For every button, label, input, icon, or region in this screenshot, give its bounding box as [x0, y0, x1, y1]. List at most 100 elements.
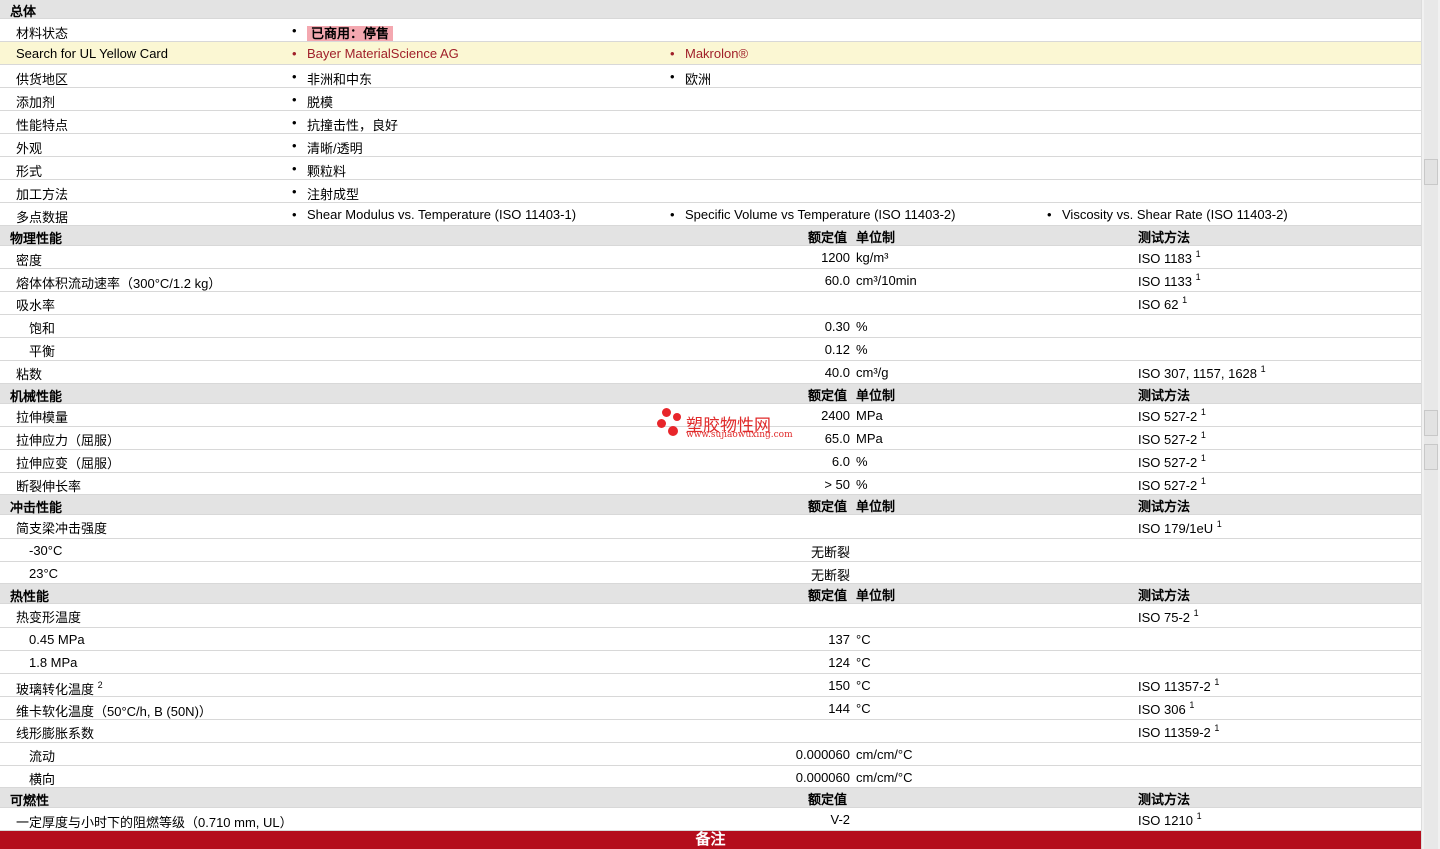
- value: 40.0: [824, 365, 850, 380]
- row-multipoint: 多点数据 Shear Modulus vs. Temperature (ISO …: [0, 203, 1421, 226]
- test-method[interactable]: ISO 1183 1: [1138, 250, 1201, 267]
- header-test: 测试方法: [1138, 499, 1191, 514]
- unit: °C: [856, 678, 871, 693]
- unit: %: [856, 454, 868, 469]
- value: > 50: [824, 477, 850, 492]
- row-label: 一定厚度与小时下的阻燃等级（0.710 mm, UL）: [16, 815, 293, 830]
- row-equilibrium: 平衡 0.12 %: [0, 338, 1421, 361]
- datasheet: 总体 材料状态 已商用：停售 Search for UL Yellow Card…: [0, 0, 1421, 849]
- header-test: 测试方法: [1138, 230, 1191, 245]
- row-label: 密度: [16, 253, 43, 268]
- region-value: 欧洲: [670, 69, 711, 88]
- unit: %: [856, 477, 868, 492]
- row-mvr: 熔体体积流动速率（300°C/1.2 kg） 60.0 cm³/10min IS…: [0, 269, 1421, 292]
- header-rated: 额定值: [808, 388, 848, 403]
- row-label: 简支梁冲击强度: [16, 521, 108, 536]
- row-region: 供货地区 非洲和中东 欧洲: [0, 65, 1421, 88]
- row-saturation: 饱和 0.30 %: [0, 315, 1421, 338]
- row-label: 玻璃转化温度 2: [16, 680, 103, 698]
- row-label: 横向: [29, 772, 56, 787]
- row-viscosity: 粘数 40.0 cm³/g ISO 307, 1157, 1628 1: [0, 361, 1421, 384]
- test-method[interactable]: ISO 75-2 1: [1138, 609, 1199, 626]
- brand-link[interactable]: Makrolon®: [670, 46, 748, 61]
- feature-value: 抗撞击性，良好: [292, 115, 398, 134]
- row-label: 维卡软化温度（50°C/h, B (50N)）: [16, 704, 212, 719]
- row-label: 粘数: [16, 367, 43, 382]
- value: 137: [828, 632, 850, 647]
- row-label: 拉伸模量: [16, 410, 69, 425]
- unit: °C: [856, 632, 871, 647]
- scrollbar-thumb-low[interactable]: [1424, 444, 1438, 470]
- scrollbar-thumb-top[interactable]: [1424, 159, 1438, 185]
- header-rated: 额定值: [808, 499, 848, 514]
- vertical-scrollbar[interactable]: [1421, 0, 1440, 849]
- row-label: 流动: [29, 749, 56, 764]
- row-label: 添加剂: [16, 95, 56, 110]
- row-additive: 添加剂 脱模: [0, 88, 1421, 111]
- row-charpy: 简支梁冲击强度 ISO 179/1eU 1: [0, 515, 1421, 539]
- test-method[interactable]: ISO 527-2 1: [1138, 408, 1206, 425]
- row-hdt-18: 1.8 MPa 124 °C: [0, 651, 1421, 674]
- unit: °C: [856, 701, 871, 716]
- header-unit: 单位制: [856, 388, 896, 403]
- test-method[interactable]: ISO 527-2 1: [1138, 431, 1206, 448]
- additive-value: 脱模: [292, 92, 333, 111]
- value: 0.000060: [795, 770, 850, 785]
- row-form: 形式 颗粒料: [0, 157, 1421, 180]
- multipoint-link[interactable]: Shear Modulus vs. Temperature (ISO 11403…: [292, 207, 576, 222]
- value: 150: [828, 678, 850, 693]
- test-method[interactable]: ISO 527-2 1: [1138, 454, 1206, 471]
- unit: MPa: [856, 408, 883, 423]
- section-thermal: 热性能 额定值 单位制 测试方法: [0, 584, 1421, 604]
- watermark-logo: 塑胶物性网 www.sujiaowuxing.com: [656, 406, 793, 446]
- row-vicat: 维卡软化温度（50°C/h, B (50N)） 144 °C ISO 306 1: [0, 697, 1421, 720]
- row-label: 23°C: [29, 566, 59, 581]
- test-method[interactable]: ISO 527-2 1: [1138, 477, 1206, 494]
- row-label: 饱和: [29, 321, 56, 336]
- test-method[interactable]: ISO 11359-2 1: [1138, 724, 1219, 741]
- yellow-card-link[interactable]: Search for UL Yellow Card: [16, 46, 168, 61]
- value: 2400: [821, 408, 850, 423]
- header-test: 测试方法: [1138, 792, 1191, 807]
- header-unit: 单位制: [856, 499, 896, 514]
- row-clte: 线形膨胀系数 ISO 11359-2 1: [0, 720, 1421, 743]
- section-title: 热性能: [10, 589, 50, 604]
- row-label: 加工方法: [16, 187, 69, 202]
- notes-bar[interactable]: 备注: [0, 831, 1421, 849]
- test-method[interactable]: ISO 307, 1157, 1628 1: [1138, 365, 1266, 382]
- appearance-value: 清晰/透明: [292, 138, 363, 157]
- test-method[interactable]: ISO 179/1eU 1: [1138, 520, 1222, 537]
- test-method[interactable]: ISO 11357-2 1: [1138, 678, 1219, 695]
- value: 124: [828, 655, 850, 670]
- process-value: 注射成型: [292, 184, 359, 203]
- status-badge: 已商用：停售: [292, 23, 394, 42]
- row-density: 密度 1200 kg/m³ ISO 1183 1: [0, 246, 1421, 269]
- section-title: 冲击性能: [10, 500, 63, 515]
- row-label: 外观: [16, 141, 43, 156]
- row-clte-flow: 流动 0.000060 cm/cm/°C: [0, 743, 1421, 766]
- value: 6.0: [831, 454, 850, 469]
- multipoint-link[interactable]: Viscosity vs. Shear Rate (ISO 11403-2): [1047, 207, 1288, 222]
- region-value: 非洲和中东: [292, 69, 372, 88]
- multipoint-link[interactable]: Specific Volume vs Temperature (ISO 1140…: [670, 207, 956, 222]
- header-unit: 单位制: [856, 588, 896, 603]
- header-unit: 单位制: [856, 230, 896, 245]
- row-elongation: 断裂伸长率 > 50 % ISO 527-2 1: [0, 473, 1421, 495]
- header-rated: 额定值: [808, 588, 848, 603]
- row-hdt: 热变形温度 ISO 75-2 1: [0, 604, 1421, 628]
- test-method[interactable]: ISO 62 1: [1138, 296, 1187, 313]
- unit: %: [856, 342, 868, 357]
- supplier-link[interactable]: Bayer MaterialScience AG: [292, 46, 459, 61]
- row-water: 吸水率 ISO 62 1: [0, 292, 1421, 315]
- section-physical: 物理性能 额定值 单位制 测试方法: [0, 226, 1421, 246]
- test-method[interactable]: ISO 306 1: [1138, 701, 1194, 718]
- watermark-url: www.sujiaowuxing.com: [686, 430, 793, 440]
- section-title: 机械性能: [10, 389, 63, 404]
- row-label: 形式: [16, 164, 43, 179]
- test-method[interactable]: ISO 1133 1: [1138, 273, 1201, 290]
- row-label: 多点数据: [16, 210, 69, 225]
- value: 1200: [821, 250, 850, 265]
- row-label: 供货地区: [16, 72, 69, 87]
- scrollbar-thumb-mid[interactable]: [1424, 410, 1438, 436]
- test-method[interactable]: ISO 1210 1: [1138, 812, 1202, 829]
